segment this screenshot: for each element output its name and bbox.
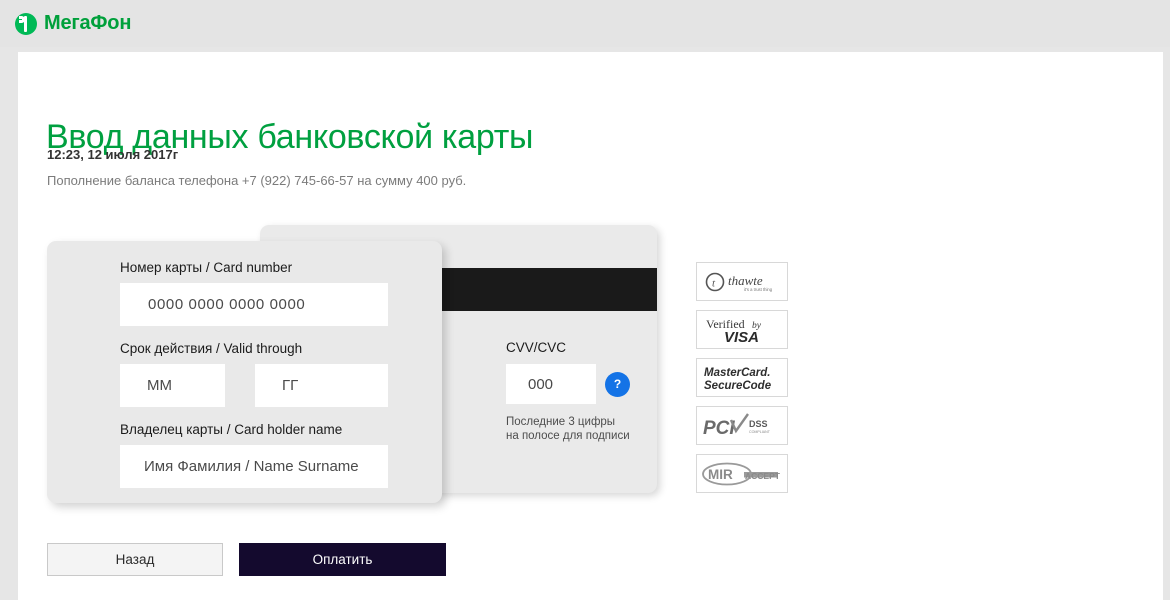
cvv-label: CVV/CVC bbox=[506, 340, 567, 355]
card-number-input[interactable]: 0000 0000 0000 0000 bbox=[120, 283, 388, 326]
transaction-timestamp: 12:23, 12 июля 2017г bbox=[47, 147, 179, 162]
svg-text:VISA: VISA bbox=[724, 329, 759, 345]
card-holder-label: Владелец карты / Card holder name bbox=[120, 422, 343, 437]
card-number-label: Номер карты / Card number bbox=[120, 260, 293, 275]
svg-text:ACCEPT: ACCEPT bbox=[745, 471, 781, 481]
megafon-logo-icon bbox=[15, 12, 37, 35]
mir-accept-logo-icon: MIR ACCEPT bbox=[702, 462, 781, 485]
mastercard-securecode-badge: MasterCard. SecureCode bbox=[696, 358, 788, 397]
cvv-hint-line-2: на полосе для подписи bbox=[506, 430, 630, 442]
cvv-hint-line-1: Последние 3 цифры bbox=[506, 416, 616, 428]
verified-by-visa-logo-icon: Verified by VISA bbox=[706, 317, 762, 345]
cvv-block: CVV/CVC 000 ? Последние 3 цифры на полос… bbox=[506, 340, 656, 443]
megafon-logo[interactable]: МегаФон bbox=[15, 12, 131, 35]
thawte-badge: t thawte it's a trust thing bbox=[696, 262, 788, 301]
mir-accept-badge: MIR ACCEPT bbox=[696, 454, 788, 493]
transaction-description: Пополнение баланса телефона +7 (922) 745… bbox=[47, 173, 467, 188]
thawte-logo-icon: t thawte it's a trust thing bbox=[705, 272, 773, 292]
svg-text:thawte: thawte bbox=[728, 273, 763, 288]
verified-by-visa-badge: Verified by VISA bbox=[696, 310, 788, 349]
svg-text:t: t bbox=[712, 277, 716, 289]
expiry-year-input[interactable]: ГГ bbox=[255, 364, 388, 407]
logo-text: МегаФон bbox=[44, 12, 132, 34]
pay-button[interactable]: Оплатить bbox=[239, 543, 446, 576]
expiry-month-input[interactable]: ММ bbox=[120, 364, 225, 407]
pci-dss-badge: PCI DSS COMPLIANT bbox=[696, 406, 788, 445]
card-holder-input[interactable]: Имя Фамилия / Name Surname bbox=[120, 445, 388, 488]
pci-dss-logo-icon: PCI DSS COMPLIANT bbox=[703, 412, 771, 439]
svg-text:DSS: DSS bbox=[749, 419, 768, 429]
cvv-hint: Последние 3 цифры на полосе для подписи bbox=[506, 415, 656, 443]
svg-text:SecureCode: SecureCode bbox=[704, 380, 772, 392]
mastercard-securecode-logo-icon: MasterCard. SecureCode bbox=[704, 367, 772, 392]
svg-text:MIR: MIR bbox=[708, 467, 733, 482]
valid-through-label: Срок действия / Valid through bbox=[120, 341, 303, 356]
security-badges: t thawte it's a trust thing Verified by … bbox=[696, 262, 788, 493]
site-header: МегаФон bbox=[0, 0, 1170, 47]
content-panel: Ввод данных банковской карты 12:23, 12 и… bbox=[18, 52, 1163, 600]
svg-text:MasterCard.: MasterCard. bbox=[704, 367, 770, 379]
svg-text:it's a trust thing: it's a trust thing bbox=[744, 287, 773, 292]
cvv-input[interactable]: 000 bbox=[506, 364, 596, 404]
back-button[interactable]: Назад bbox=[47, 543, 223, 576]
card-front-form: Номер карты / Card number 0000 0000 0000… bbox=[47, 241, 442, 503]
svg-text:COMPLIANT: COMPLIANT bbox=[749, 430, 771, 434]
cvv-help-icon[interactable]: ? bbox=[605, 371, 630, 397]
cvv-row: 000 ? bbox=[506, 364, 656, 404]
